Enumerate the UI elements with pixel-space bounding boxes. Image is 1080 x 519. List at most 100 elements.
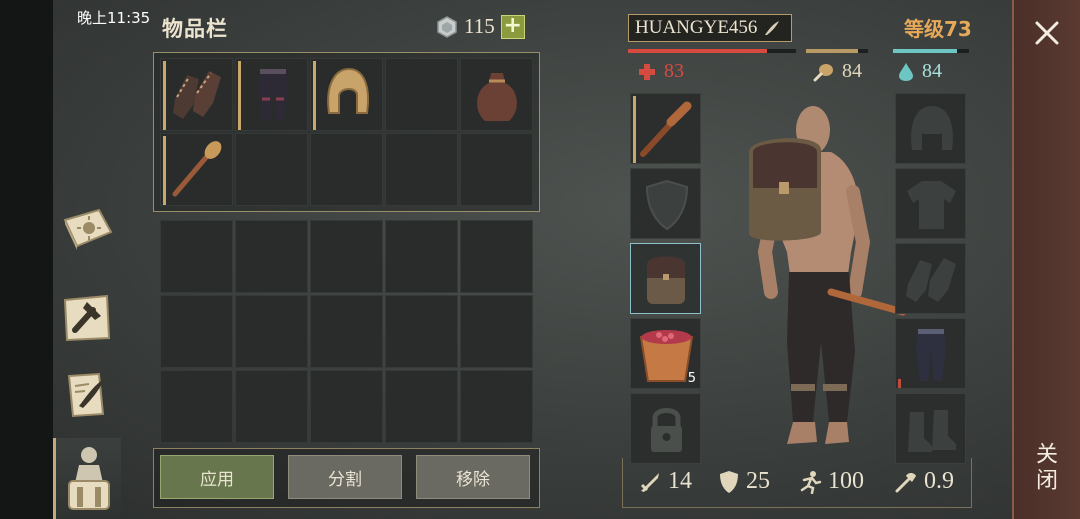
shield-icon (645, 179, 689, 231)
close-panel[interactable]: 关闭 (1012, 0, 1080, 519)
food-stat: 84 (812, 60, 862, 83)
club-icon (640, 101, 692, 157)
water-stat: 84 (898, 60, 942, 83)
nav-craft-button[interactable] (57, 286, 117, 348)
add-currency-button[interactable]: + (500, 14, 525, 39)
inventory-slot-pants[interactable] (235, 58, 308, 131)
item-count: 5 (687, 371, 696, 386)
torch-icon (172, 141, 222, 197)
sword-icon (640, 472, 659, 492)
remove-button[interactable]: 移除 (416, 455, 530, 499)
sun-book-icon (63, 208, 113, 250)
nav-inventory-button[interactable] (53, 438, 121, 519)
scroll-quill-icon (67, 372, 105, 418)
lock-icon (651, 408, 682, 452)
player-name-field[interactable]: HUANGYE456 (628, 14, 792, 42)
split-button[interactable]: 分割 (288, 455, 402, 499)
inventory-slot-empty[interactable] (310, 220, 383, 293)
left-edge-strip (0, 0, 53, 519)
speed-stat: 100 (798, 468, 864, 495)
gloves-icon (906, 258, 956, 302)
inventory-slot-empty[interactable] (235, 295, 308, 368)
backpack-icon (647, 256, 685, 304)
equip-slot-locked[interactable] (630, 393, 701, 464)
inventory-slot-empty[interactable] (310, 370, 383, 443)
inventory-slot-hood[interactable] (310, 58, 383, 131)
equip-slot-pants[interactable] (895, 318, 966, 389)
water-drop-icon (899, 62, 913, 81)
inventory-slot-torch[interactable] (160, 133, 233, 206)
speed-value: 100 (828, 468, 864, 494)
nav-journal-button[interactable] (57, 198, 117, 260)
health-cross-icon (639, 63, 655, 80)
inventory-slot-empty[interactable] (160, 220, 233, 293)
inventory-slot-empty[interactable] (385, 370, 458, 443)
coin-icon (437, 15, 457, 38)
character-backpack-icon (67, 446, 110, 510)
health-stat: 83 (638, 60, 684, 83)
drumstick-icon (813, 63, 833, 81)
equip-slot-backpack[interactable] (630, 243, 701, 314)
equip-slot-boots[interactable] (895, 393, 966, 464)
inventory-slot-empty[interactable] (385, 58, 458, 131)
defense-stat: 25 (718, 468, 770, 495)
inventory-slot-empty[interactable] (460, 133, 533, 206)
shirt-icon (907, 181, 956, 229)
shield-icon (720, 470, 738, 493)
apply-button[interactable]: 应用 (160, 455, 274, 499)
close-label[interactable]: 关闭 (1032, 442, 1060, 494)
status-time: 晚上11:35 (77, 9, 151, 27)
tool-stat: 0.9 (894, 468, 954, 495)
food-bar (806, 49, 868, 53)
inventory-slot-empty[interactable] (460, 370, 533, 443)
inventory-slot-empty[interactable] (235, 133, 308, 206)
inventory-slot-empty[interactable] (160, 370, 233, 443)
equip-slot-shirt[interactable] (895, 168, 966, 239)
inventory-title: 物品栏 (162, 17, 228, 41)
inventory-slot-empty[interactable] (235, 220, 308, 293)
inventory-slot-empty[interactable] (235, 370, 308, 443)
player-name: HUANGYE456 (635, 17, 758, 38)
inventory-slot-pouch[interactable] (460, 58, 533, 131)
equip-slot-weapon[interactable] (630, 93, 701, 164)
running-icon (800, 470, 822, 494)
equip-slot-item[interactable]: 5 (630, 318, 701, 389)
food-value: 84 (842, 60, 862, 82)
inventory-slot-empty[interactable] (310, 295, 383, 368)
inventory-slot-empty[interactable] (460, 220, 533, 293)
close-icon[interactable] (1034, 20, 1060, 46)
pants-icon (258, 69, 288, 121)
defense-value: 25 (746, 468, 770, 494)
water-bar (893, 49, 969, 53)
currency-display: 115 + (436, 14, 525, 39)
combat-stats: 14 25 100 0.9 (632, 468, 962, 498)
equip-slot-helmet[interactable] (895, 93, 966, 164)
character-model (749, 106, 907, 444)
player-level: 等级73 (904, 17, 972, 41)
health-bar (628, 49, 796, 53)
nav-quest-button[interactable] (57, 364, 117, 426)
pouch-icon (477, 73, 517, 121)
inventory-slot-empty[interactable] (310, 133, 383, 206)
water-value: 84 (922, 60, 942, 82)
tool-value: 0.9 (924, 468, 954, 494)
helmet-icon (911, 106, 953, 150)
inventory-slot-empty[interactable] (385, 133, 458, 206)
attack-value: 14 (668, 468, 692, 494)
inventory-action-bar: 应用 分割 移除 (153, 448, 540, 508)
axe-icon (895, 472, 916, 492)
inventory-slot-empty[interactable] (385, 220, 458, 293)
pants-icon (916, 329, 946, 381)
leather-hood-icon (327, 67, 369, 114)
inventory-slot-empty[interactable] (385, 295, 458, 368)
inventory-slot-empty[interactable] (460, 295, 533, 368)
gloves-icon (173, 71, 221, 119)
edit-quill-icon[interactable] (763, 19, 781, 37)
equip-slot-shield[interactable] (630, 168, 701, 239)
side-navigation (53, 190, 121, 519)
inventory-slot-gloves[interactable] (160, 58, 233, 131)
hammer-craft-icon (63, 294, 111, 342)
attack-stat: 14 (638, 468, 692, 495)
inventory-slot-empty[interactable] (160, 295, 233, 368)
equip-slot-gloves[interactable] (895, 243, 966, 314)
